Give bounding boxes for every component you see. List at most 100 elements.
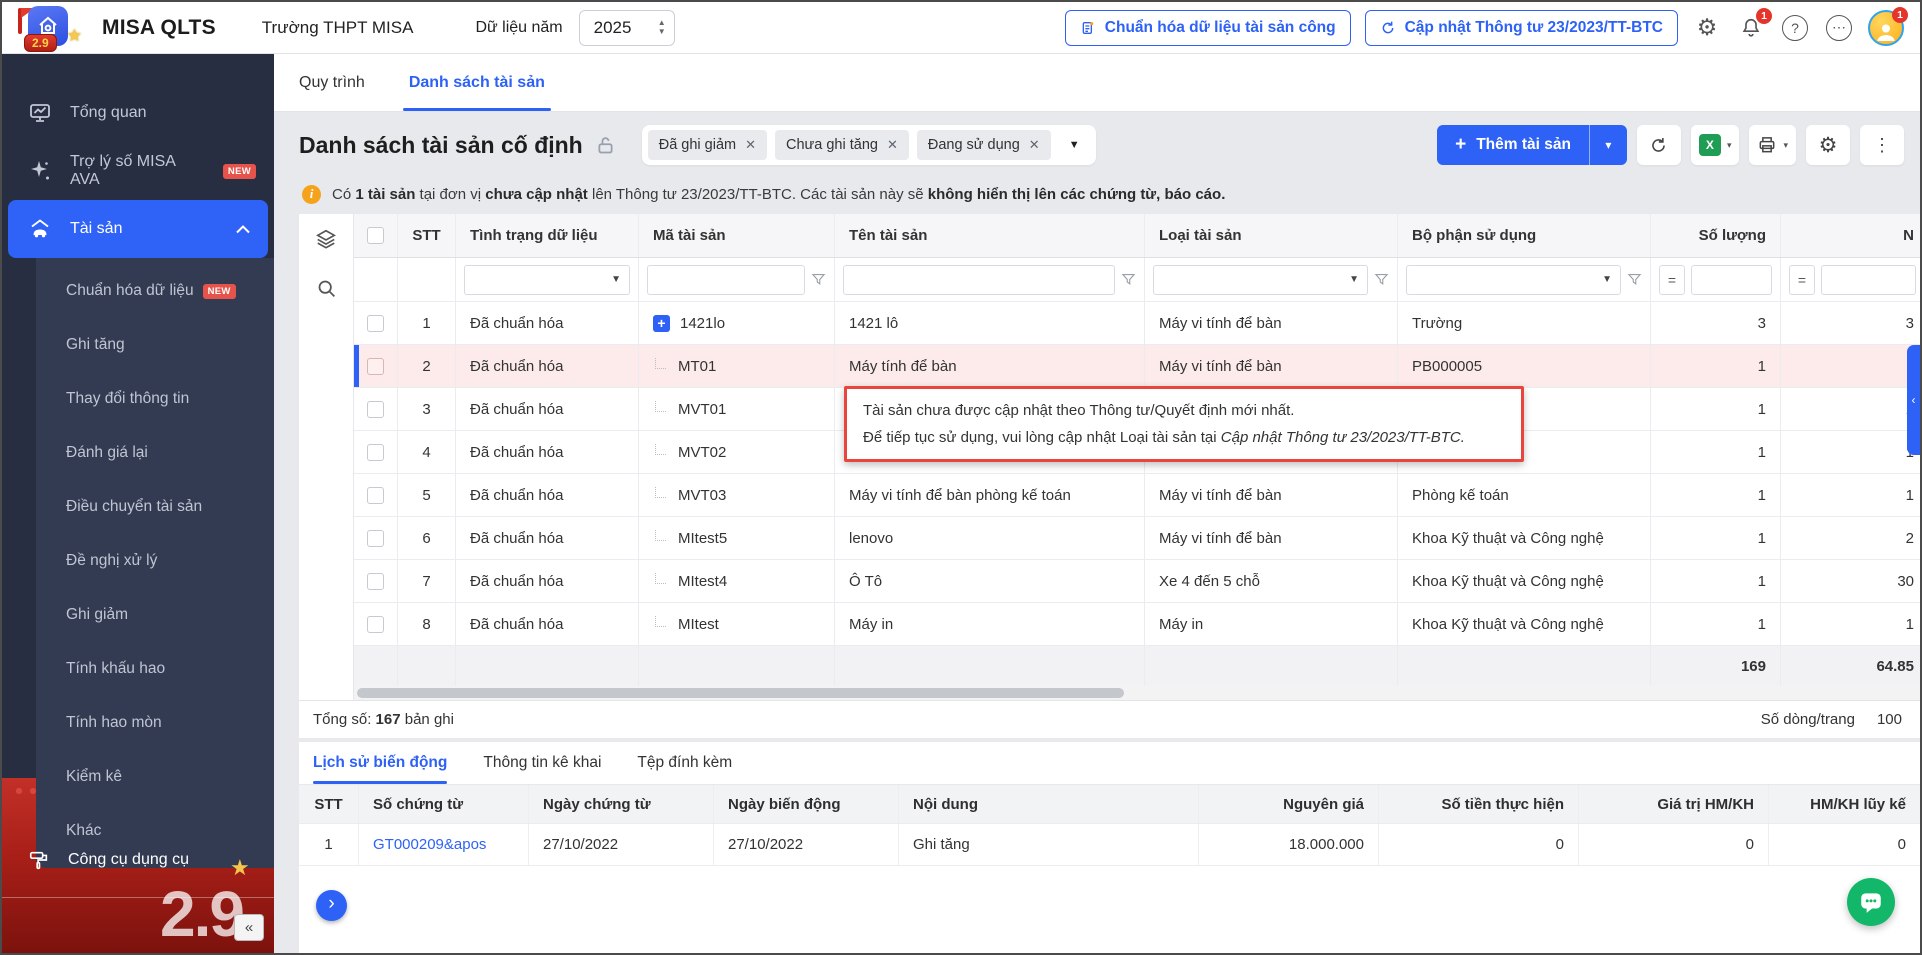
side-panel-toggle[interactable]: ‹: [1907, 345, 1920, 455]
filter-chip-dang-su-dung[interactable]: Đang sử dụng✕: [917, 130, 1051, 160]
row-checkbox[interactable]: [367, 530, 384, 547]
tab-quy-trinh[interactable]: Quy trình: [299, 54, 365, 111]
row-checkbox[interactable]: [367, 315, 384, 332]
spinner-arrows[interactable]: ▲ ▼: [658, 19, 666, 36]
table-row[interactable]: 6 Đã chuẩn hóa MItest5 lenovo Máy vi tín…: [354, 517, 1920, 560]
cell-stt: 6: [398, 517, 456, 559]
funnel-icon[interactable]: [1121, 272, 1136, 287]
select-all-checkbox[interactable]: [367, 227, 384, 244]
row-checkbox[interactable]: [367, 573, 384, 590]
filter-chip-da-ghi-giam[interactable]: Đã ghi giảm✕: [648, 130, 767, 160]
col-tinh-trang[interactable]: Tình trạng dữ liệu: [456, 214, 639, 257]
table-row[interactable]: 7 Đã chuẩn hóa MItest4 Ô Tô Xe 4 đến 5 c…: [354, 560, 1920, 603]
row-checkbox[interactable]: [367, 487, 384, 504]
print-dropdown-icon[interactable]: ▾: [1783, 140, 1788, 151]
per-page-select[interactable]: 100: [1877, 711, 1902, 728]
col-ten-tai-san[interactable]: Tên tài sản: [835, 214, 1145, 257]
user-avatar[interactable]: 1: [1868, 10, 1904, 46]
table-settings-button[interactable]: ⚙: [1806, 125, 1850, 165]
expand-plus-icon[interactable]: +: [653, 315, 670, 332]
excel-dropdown-icon[interactable]: ▾: [1727, 140, 1732, 151]
sidebar-subitem-kiem-ke[interactable]: Kiểm kê: [36, 750, 274, 804]
sidebar-collapse-button[interactable]: «: [234, 914, 264, 941]
org-name[interactable]: Trường THPT MISA: [262, 18, 414, 38]
type-filter-select[interactable]: ▼: [1153, 265, 1368, 295]
tooltip-circular-link[interactable]: Cập nhật Thông tư 23/2023/TT-BTC.: [1221, 429, 1465, 446]
tab-lich-su-bien-dong[interactable]: Lịch sử biến động: [313, 742, 447, 784]
sidebar-item-cong-cu-dung-cu[interactable]: Công cụ dụng cụ: [28, 849, 189, 871]
row-checkbox[interactable]: [367, 401, 384, 418]
sidebar-subitem-ghi-giam[interactable]: Ghi giảm: [36, 588, 274, 642]
document-link[interactable]: GT000209&apos: [373, 836, 486, 853]
col-stt[interactable]: STT: [398, 214, 456, 257]
chip-close-icon[interactable]: ✕: [745, 137, 756, 153]
notifications-bell-icon[interactable]: 1: [1736, 13, 1766, 43]
add-asset-dropdown-icon[interactable]: ▾: [1589, 125, 1627, 165]
row-checkbox[interactable]: [367, 616, 384, 633]
table-row[interactable]: 1 Đã chuẩn hóa +1421lo 1421 lô Máy vi tí…: [354, 302, 1920, 345]
tab-thong-tin-ke-khai[interactable]: Thông tin kê khai: [483, 742, 601, 784]
sidebar-item-tong-quan[interactable]: Tổng quan: [2, 84, 274, 142]
settings-gear-icon[interactable]: ⚙: [1692, 13, 1722, 43]
cost-operator-button[interactable]: =: [1789, 265, 1815, 295]
spin-down-icon[interactable]: ▼: [658, 28, 666, 36]
expand-panel-button[interactable]: ›: [316, 890, 347, 921]
col-nguyen-gia[interactable]: N: [1781, 214, 1920, 257]
chip-dropdown-icon[interactable]: ▼: [1059, 139, 1090, 151]
tab-danh-sach-tai-san[interactable]: Danh sách tài sản: [409, 54, 545, 111]
sidebar-subitem-thay-doi[interactable]: Thay đổi thông tin: [36, 372, 274, 426]
col-loai-tai-san[interactable]: Loại tài sản: [1145, 214, 1398, 257]
sidebar-subitem-tinh-hao-mon[interactable]: Tính hao mòn: [36, 696, 274, 750]
year-spinner[interactable]: 2025 ▲ ▼: [579, 10, 675, 46]
support-chat-button[interactable]: [1847, 878, 1895, 926]
more-menu-icon[interactable]: ⋯: [1824, 13, 1854, 43]
funnel-icon[interactable]: [811, 272, 826, 287]
document-star-icon: [1080, 20, 1096, 36]
sidebar-subitem-ghi-tang[interactable]: Ghi tăng: [36, 318, 274, 372]
status-filter-select[interactable]: ▼: [464, 265, 630, 295]
help-icon[interactable]: ?: [1780, 13, 1810, 43]
search-icon[interactable]: [316, 278, 337, 299]
code-filter-input[interactable]: [647, 265, 805, 295]
col-so-luong[interactable]: Số lượng: [1651, 214, 1781, 257]
funnel-icon[interactable]: [1627, 272, 1642, 287]
col-bo-phan[interactable]: Bộ phận sử dụng: [1398, 214, 1651, 257]
table-row[interactable]: 8 Đã chuẩn hóa MItest Máy in Máy in Khoa…: [354, 603, 1920, 646]
refresh-button[interactable]: [1637, 125, 1681, 165]
horizontal-scrollbar[interactable]: [354, 686, 1920, 700]
sidebar-subitem-tinh-khau-hao[interactable]: Tính khấu hao: [36, 642, 274, 696]
filter-chip-chua-ghi-tang[interactable]: Chưa ghi tăng✕: [775, 130, 909, 160]
sidebar-subitem-de-nghi-xu-ly[interactable]: Đề nghị xử lý: [36, 534, 274, 588]
chip-close-icon[interactable]: ✕: [887, 137, 898, 153]
qty-operator-button[interactable]: =: [1659, 265, 1685, 295]
funnel-icon[interactable]: [1374, 272, 1389, 287]
app-logo[interactable]: ★ 2.9: [18, 4, 88, 52]
sidebar-subitem-dieu-chuyen[interactable]: Điều chuyển tài sản: [36, 480, 274, 534]
table-row[interactable]: 5 Đã chuẩn hóa MVT03 Máy vi tính để bàn …: [354, 474, 1920, 517]
chip-close-icon[interactable]: ✕: [1029, 137, 1040, 153]
update-circular-button[interactable]: Cập nhật Thông tư 23/2023/TT-BTC: [1365, 10, 1678, 46]
scrollbar-thumb[interactable]: [357, 688, 1124, 698]
table-row-selected[interactable]: 2 Đã chuẩn hóa MT01 Máy tính để bàn Máy …: [354, 345, 1920, 388]
qty-filter-input[interactable]: [1691, 265, 1772, 295]
tab-tep-dinh-kem[interactable]: Tệp đính kèm: [637, 742, 732, 784]
col-ma-tai-san[interactable]: Mã tài sản: [639, 214, 835, 257]
export-excel-button[interactable]: X ▾: [1691, 125, 1740, 165]
cost-filter-input[interactable]: [1821, 265, 1916, 295]
layers-icon[interactable]: [315, 228, 337, 250]
more-actions-button[interactable]: ⋮: [1860, 125, 1904, 165]
sidebar-item-tai-san[interactable]: Tài sản: [8, 200, 268, 258]
sidebar-subitem-chuan-hoa[interactable]: Chuẩn hóa dữ liệuNEW: [36, 264, 274, 318]
row-checkbox[interactable]: [367, 444, 384, 461]
standardize-data-button[interactable]: Chuẩn hóa dữ liệu tài sản công: [1065, 10, 1351, 46]
history-row[interactable]: 1 GT000209&apos 27/10/2022 27/10/2022 Gh…: [299, 824, 1920, 866]
dept-filter-select[interactable]: ▼: [1406, 265, 1621, 295]
spin-up-icon[interactable]: ▲: [658, 19, 666, 27]
sidebar-item-tro-ly-ava[interactable]: Trợ lý số MISA AVA NEW: [2, 142, 274, 200]
name-filter-input[interactable]: [843, 265, 1115, 295]
add-asset-button[interactable]: +Thêm tài sản: [1437, 125, 1589, 165]
print-button[interactable]: ▾: [1749, 125, 1796, 165]
row-checkbox[interactable]: [367, 358, 384, 375]
unlock-icon[interactable]: [595, 135, 616, 156]
sidebar-subitem-danh-gia-lai[interactable]: Đánh giá lại: [36, 426, 274, 480]
